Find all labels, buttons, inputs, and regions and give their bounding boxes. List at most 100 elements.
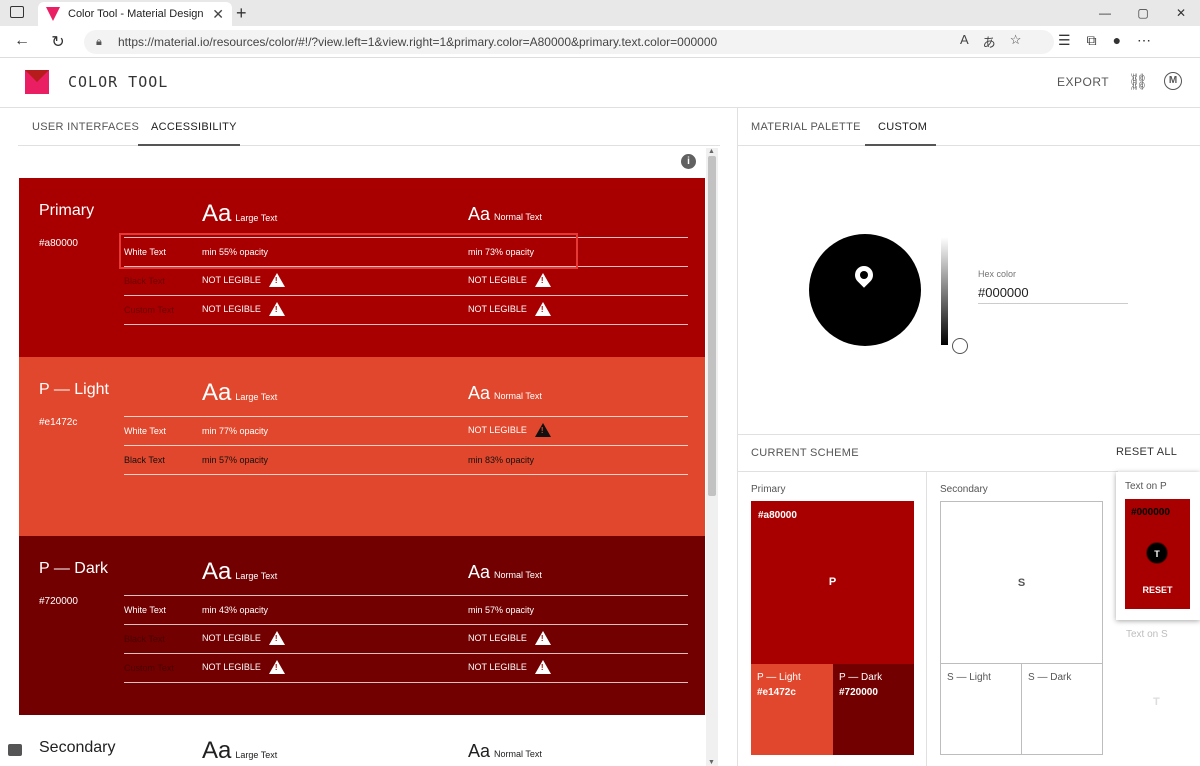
refresh-icon[interactable]: ↻: [48, 32, 68, 52]
warning-icon: [268, 302, 285, 316]
favorite-star-icon[interactable]: ☆: [1010, 32, 1022, 51]
scroll-thumb[interactable]: [708, 156, 716, 496]
white-normal-value: min 57% opacity: [468, 605, 535, 615]
column-divider: [926, 471, 927, 766]
browser-tab[interactable]: Color Tool - Material Design ✕: [38, 2, 232, 26]
scheme-divider: [738, 471, 1118, 472]
primary-dark-block: P — Dark #720000 Aa Large Text Aa Normal T…: [19, 536, 705, 715]
right-tab-bar: MATERIAL PALETTE CUSTOM: [738, 108, 1200, 146]
custom-normal-cell: NOT LEGIBLE: [468, 660, 551, 674]
app-title: COLOR TOOL: [68, 73, 169, 91]
feedback-icon[interactable]: [8, 744, 22, 756]
secondary-light-swatch[interactable]: S — Light: [940, 664, 1022, 755]
row-label-black: Black Text: [124, 634, 165, 644]
block-name: P — Dark: [39, 560, 109, 577]
tab-close-icon[interactable]: ✕: [212, 6, 224, 23]
text-on-primary-card[interactable]: Text on P #000000 T RESET: [1116, 472, 1200, 620]
primary-light-swatch[interactable]: P — Light #e1472c: [751, 664, 833, 755]
normal-text-sample: Aa Normal Text: [468, 562, 542, 582]
translate-icon[interactable]: あ: [983, 32, 996, 51]
url-field[interactable]: 🔒︎ https://material.io/resources/color/#…: [84, 30, 1054, 54]
black-large-cell: NOT LEGIBLE: [202, 273, 285, 287]
maximize-button[interactable]: ▢: [1124, 0, 1162, 26]
material-m-icon[interactable]: M: [1164, 72, 1182, 90]
secondary-swatch[interactable]: S: [940, 501, 1103, 664]
left-scrollbar[interactable]: ▲ ▼: [706, 148, 718, 766]
read-aloud-icon[interactable]: A: [960, 32, 969, 51]
sdark-label: S — Dark: [1028, 672, 1072, 683]
minimize-button[interactable]: —: [1086, 0, 1124, 26]
primary-hex: #a80000: [758, 510, 797, 521]
left-tab-bar: USER INTERFACES ACCESSIBILITY: [18, 108, 720, 146]
brightness-handle[interactable]: [952, 338, 968, 354]
secondary-dark-swatch[interactable]: S — Dark: [1021, 664, 1103, 755]
link-icon[interactable]: ⛓: [1128, 72, 1148, 92]
warning-icon: [534, 273, 551, 287]
primary-column-label: Primary: [751, 484, 786, 495]
tab-user-interfaces[interactable]: USER INTERFACES: [32, 121, 139, 133]
custom-large-cell: NOT LEGIBLE: [202, 302, 285, 316]
profile-icon[interactable]: ●: [1113, 32, 1121, 49]
reset-button[interactable]: RESET: [1125, 585, 1190, 595]
large-text-sample: Aa Large Text: [202, 737, 278, 764]
block-hex: #e1472c: [39, 417, 78, 428]
black-normal-cell: NOT LEGIBLE: [468, 273, 551, 287]
material-logo-icon[interactable]: [25, 70, 49, 94]
new-tab-button[interactable]: +: [236, 3, 247, 24]
block-name: P — Light: [39, 381, 109, 398]
hex-color-input[interactable]: [978, 282, 1128, 304]
favorites-icon[interactable]: ☰: [1058, 32, 1071, 49]
highlight-box: [119, 233, 578, 269]
brightness-slider[interactable]: [941, 237, 948, 345]
large-text-sample: Aa Large Text: [202, 379, 278, 406]
divider: [124, 595, 688, 596]
back-icon[interactable]: ←: [12, 32, 32, 50]
picker-pin-icon[interactable]: [851, 262, 877, 288]
more-icon[interactable]: ⋯: [1137, 32, 1151, 49]
divider: [124, 295, 688, 296]
secondary-block: Secondary Aa Large Text Aa Normal Text: [19, 715, 705, 766]
active-tab-indicator: [138, 144, 240, 146]
tab-custom[interactable]: CUSTOM: [878, 121, 927, 133]
url-text: https://material.io/resources/color/#!/?…: [118, 35, 718, 49]
divider: [124, 445, 688, 446]
browser-titlebar: Color Tool - Material Design ✕ + — ▢ ✕: [0, 0, 1200, 26]
info-icon[interactable]: i: [681, 154, 696, 169]
warning-icon: [268, 660, 285, 674]
tab-material-palette[interactable]: MATERIAL PALETTE: [751, 121, 861, 133]
pdark-hex: #720000: [839, 687, 878, 698]
row-label-custom: Custom Text: [124, 663, 174, 673]
current-scheme-title: CURRENT SCHEME: [751, 447, 859, 459]
app-header: COLOR TOOL EXPORT ⛓ M: [0, 58, 1200, 108]
window-controls: — ▢ ✕: [1086, 0, 1200, 26]
export-button[interactable]: EXPORT: [1057, 75, 1109, 89]
divider: [124, 416, 688, 417]
black-large-cell: NOT LEGIBLE: [202, 631, 285, 645]
primary-light-block: P — Light #e1472c Aa Large Text Aa Normal …: [19, 357, 705, 536]
reset-all-button[interactable]: RESET ALL: [1116, 446, 1177, 458]
warning-icon: [268, 631, 285, 645]
divider: [124, 682, 688, 683]
divider: [124, 324, 688, 325]
divider: [124, 624, 688, 625]
white-normal-cell: NOT LEGIBLE: [468, 423, 551, 437]
close-window-button[interactable]: ✕: [1162, 0, 1200, 26]
pdark-label: P — Dark: [839, 672, 883, 683]
scroll-down-icon[interactable]: ▼: [708, 759, 715, 766]
lock-icon[interactable]: 🔒︎: [96, 30, 102, 54]
text-on-p-swatch[interactable]: #000000 T RESET: [1125, 499, 1190, 609]
tab-accessibility[interactable]: ACCESSIBILITY: [151, 121, 237, 133]
tab-actions-icon[interactable]: [10, 6, 24, 18]
primary-dark-swatch[interactable]: P — Dark #720000: [833, 664, 914, 755]
primary-swatch[interactable]: #a80000 P: [751, 501, 914, 664]
text-color-icon[interactable]: T: [1146, 542, 1168, 564]
block-name: Secondary: [39, 739, 116, 756]
collections-icon[interactable]: ⧉: [1087, 32, 1097, 49]
color-picker-wheel[interactable]: [809, 234, 921, 346]
scroll-up-icon[interactable]: ▲: [708, 148, 715, 155]
plight-label: P — Light: [757, 672, 801, 683]
favicon-icon: [46, 7, 60, 21]
row-label-custom: Custom Text: [124, 305, 174, 315]
text-on-p-hex: #000000: [1131, 507, 1170, 518]
slight-label: S — Light: [947, 672, 991, 683]
